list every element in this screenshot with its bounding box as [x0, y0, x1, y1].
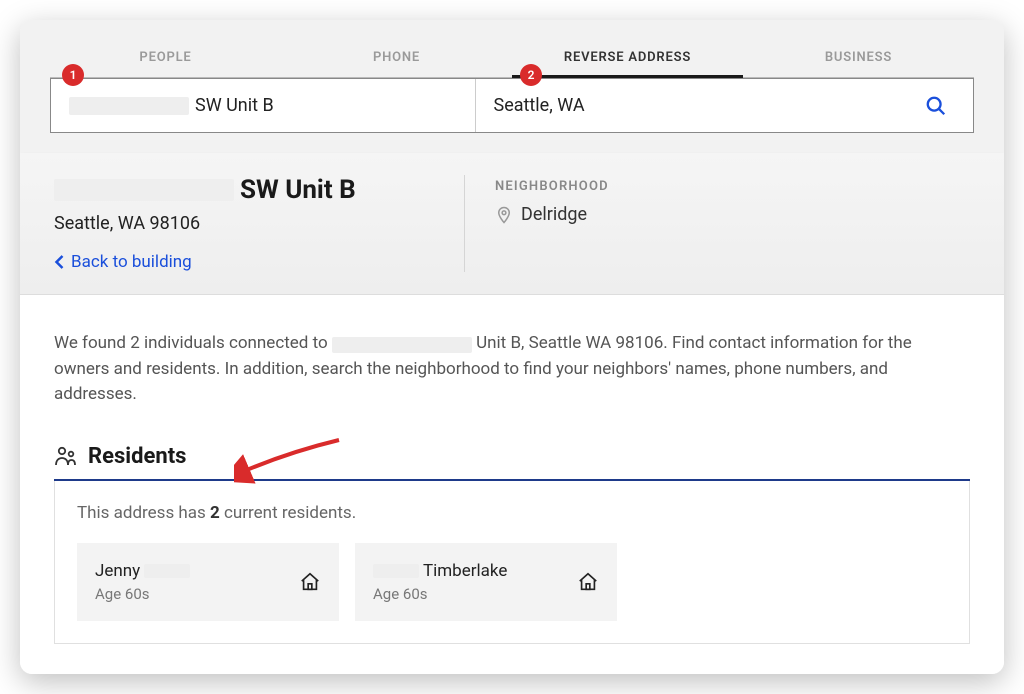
header-divider	[464, 175, 465, 272]
residents-heading: Residents	[54, 444, 970, 481]
body-section: We found 2 individuals connected to Unit…	[20, 295, 1004, 674]
summary-suffix: current residents.	[220, 503, 356, 523]
annotation-badge-2: 2	[520, 64, 542, 86]
map-pin-icon	[495, 205, 513, 225]
resident-age: Age 60s	[373, 585, 507, 603]
people-icon	[54, 444, 78, 468]
address-input-text: SW Unit B	[195, 95, 274, 116]
search-row: SW Unit B Seattle, WA	[20, 78, 1004, 153]
redacted-desc-address	[332, 337, 472, 353]
resident-age: Age 60s	[95, 585, 190, 603]
house-icon	[577, 571, 599, 593]
tab-reverse-address[interactable]: REVERSE ADDRESS	[512, 40, 743, 78]
resident-name: Timberlake	[373, 561, 507, 581]
resident-tile[interactable]: Jenny Age 60s	[77, 543, 339, 621]
address-subtitle: Seattle, WA 98106	[54, 213, 434, 234]
tab-people[interactable]: PEOPLE	[50, 40, 281, 78]
summary-prefix: This address has	[77, 503, 210, 523]
resident-grid: Jenny Age 60s	[77, 543, 947, 621]
neighborhood-label: NEIGHBORHOOD	[495, 179, 970, 194]
neighborhood-row: Delridge	[495, 204, 970, 225]
tab-business[interactable]: BUSINESS	[743, 40, 974, 78]
address-title-text: SW Unit B	[240, 175, 356, 205]
address-input[interactable]: SW Unit B	[51, 79, 475, 132]
redacted-firstname	[373, 564, 419, 578]
resident-name: Jenny	[95, 561, 190, 581]
resident-name-text: Timberlake	[423, 561, 507, 581]
redacted-address	[69, 97, 189, 115]
tab-phone[interactable]: PHONE	[281, 40, 512, 78]
search-icon	[925, 95, 947, 117]
annotation-badge-1: 1	[62, 64, 84, 86]
content: 1 2 PEOPLE PHONE REVERSE ADDRESS BUSINES…	[20, 20, 1004, 674]
city-input[interactable]: Seattle, WA	[476, 79, 900, 132]
residents-summary: This address has 2 current residents.	[77, 503, 947, 523]
search-tabs: PEOPLE PHONE REVERSE ADDRESS BUSINESS	[20, 20, 1004, 78]
address-header-left: SW Unit B Seattle, WA 98106 Back to buil…	[54, 175, 434, 272]
description-text: We found 2 individuals connected to Unit…	[54, 331, 970, 408]
resident-name-text: Jenny	[95, 561, 140, 581]
house-icon	[299, 571, 321, 593]
search-container: SW Unit B Seattle, WA	[50, 78, 974, 133]
address-header: SW Unit B Seattle, WA 98106 Back to buil…	[20, 153, 1004, 295]
city-input-text: Seattle, WA	[494, 95, 585, 116]
summary-count: 2	[210, 503, 220, 523]
residents-card: This address has 2 current residents. Je…	[54, 481, 970, 644]
back-to-building-link[interactable]: Back to building	[54, 252, 434, 272]
neighborhood-name: Delridge	[521, 204, 587, 225]
desc-prefix: We found 2 individuals connected to	[54, 333, 332, 353]
resident-tile[interactable]: Timberlake Age 60s	[355, 543, 617, 621]
arrow-annotation	[234, 434, 344, 484]
back-link-label: Back to building	[71, 252, 192, 272]
address-header-right: NEIGHBORHOOD Delridge	[495, 175, 970, 272]
redacted-surname	[144, 564, 190, 578]
residents-heading-text: Residents	[88, 444, 186, 469]
address-title: SW Unit B	[54, 175, 434, 205]
chevron-left-icon	[54, 254, 65, 270]
app-window: 1 2 PEOPLE PHONE REVERSE ADDRESS BUSINES…	[20, 20, 1004, 674]
redacted-street	[54, 179, 234, 201]
search-button[interactable]	[899, 79, 973, 132]
